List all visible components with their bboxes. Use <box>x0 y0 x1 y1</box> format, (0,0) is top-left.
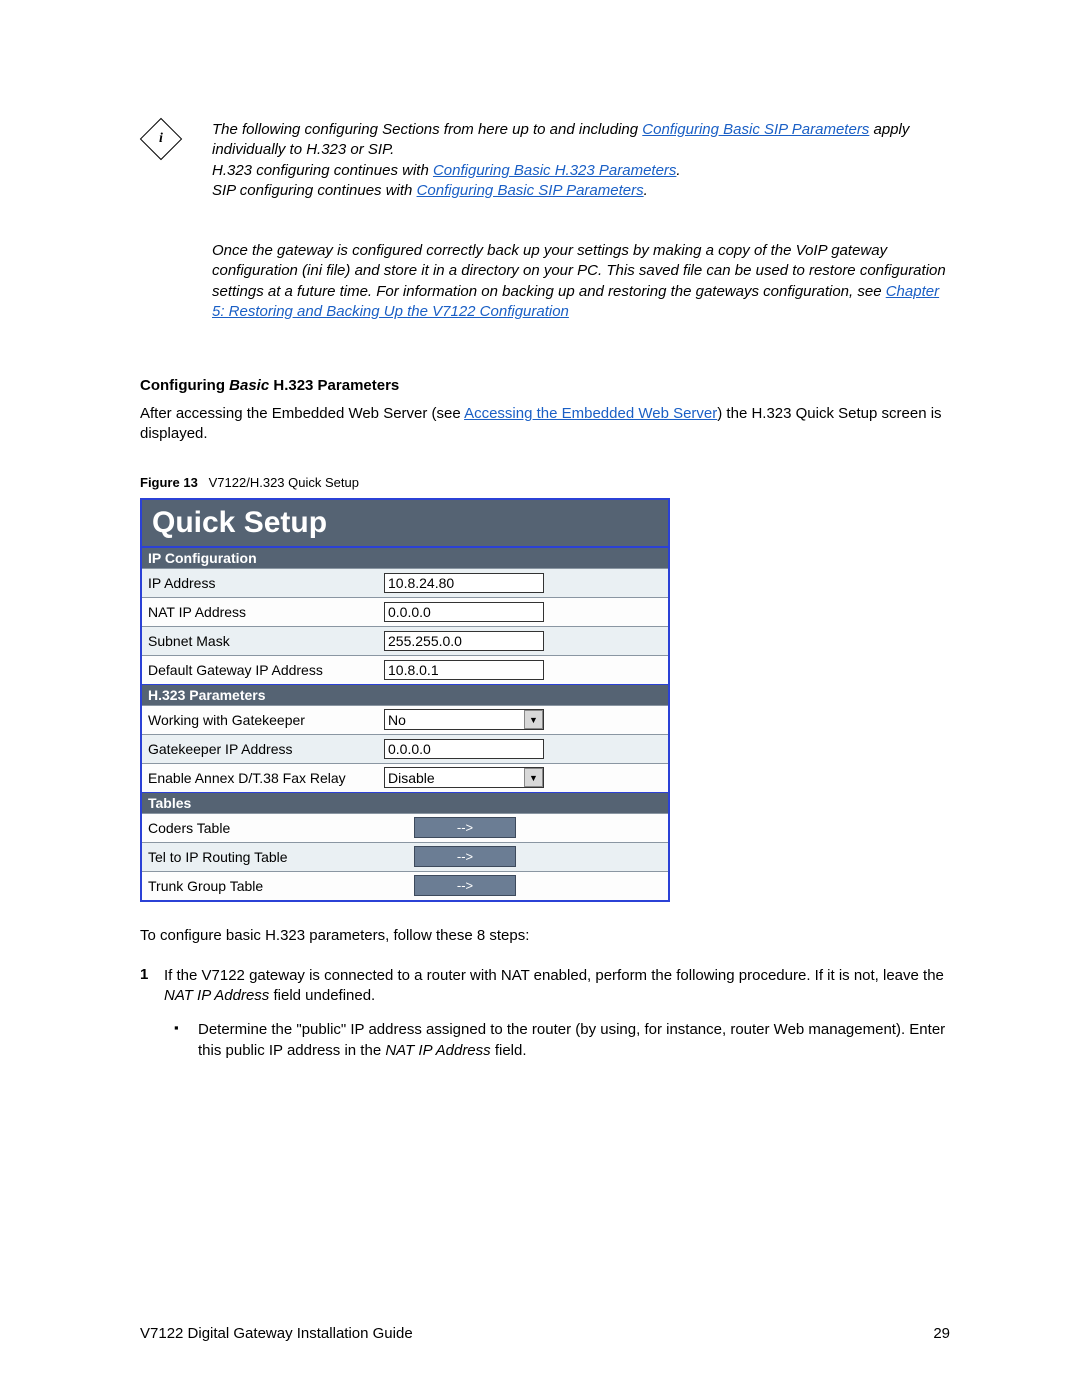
steps-list: 1 If the V7122 gateway is connected to a… <box>140 966 950 1061</box>
figure-label: Figure 13 <box>140 475 198 490</box>
bullet-b: field. <box>491 1042 527 1059</box>
heading-italic: Basic <box>229 377 269 394</box>
label-trunk-group: Trunk Group Table <box>142 878 378 894</box>
footer-title: V7122 Digital Gateway Installation Guide <box>140 1325 413 1342</box>
input-subnet[interactable] <box>384 631 544 651</box>
step1-field: NAT IP Address <box>164 987 269 1004</box>
button-coders-table[interactable]: --> <box>414 817 516 838</box>
label-annex: Enable Annex D/T.38 Fax Relay <box>142 770 378 786</box>
bullet-field: NAT IP Address <box>385 1042 490 1059</box>
after-figure-text: To configure basic H.323 parameters, fol… <box>140 926 950 946</box>
section-h323-params: H.323 Parameters <box>142 684 668 705</box>
quick-setup-title: Quick Setup <box>142 500 668 547</box>
intro-text: After accessing the Embedded Web Server … <box>140 404 950 445</box>
label-gateway: Default Gateway IP Address <box>142 662 378 678</box>
input-gateway[interactable] <box>384 660 544 680</box>
note-text-3b: . <box>644 182 648 199</box>
step-number: 1 <box>140 966 164 1007</box>
chevron-down-icon: ▼ <box>524 768 543 787</box>
link-accessing-web[interactable]: Accessing the Embedded Web Server <box>464 405 717 422</box>
section-tables: Tables <box>142 792 668 813</box>
link-config-basic-h323[interactable]: Configuring Basic H.323 Parameters <box>433 162 676 179</box>
note-text-2b: . <box>676 162 680 179</box>
heading-suffix: H.323 Parameters <box>269 377 399 394</box>
label-tel-to-ip: Tel to IP Routing Table <box>142 849 378 865</box>
label-gatekeeper: Working with Gatekeeper <box>142 712 378 728</box>
note-block: i The following configuring Sections fro… <box>140 120 950 322</box>
page-footer: V7122 Digital Gateway Installation Guide… <box>140 1325 950 1342</box>
info-icon: i <box>140 118 182 160</box>
note-text-1a: The following configuring Sections from … <box>212 121 642 138</box>
note-text: The following configuring Sections from … <box>192 120 950 322</box>
note-text-3a: SIP configuring continues with <box>212 182 417 199</box>
heading-prefix: Configuring <box>140 377 229 394</box>
select-gatekeeper-value: No <box>388 712 406 728</box>
label-subnet: Subnet Mask <box>142 633 378 649</box>
label-ip-address: IP Address <box>142 575 378 591</box>
button-trunk-group[interactable]: --> <box>414 875 516 896</box>
note-text-2a: H.323 configuring continues with <box>212 162 433 179</box>
label-coders-table: Coders Table <box>142 820 378 836</box>
link-config-basic-sip[interactable]: Configuring Basic SIP Parameters <box>642 121 869 138</box>
input-gk-ip[interactable] <box>384 739 544 759</box>
figure-caption: Figure 13 V7122/H.323 Quick Setup <box>140 475 950 490</box>
page-number: 29 <box>933 1325 950 1342</box>
button-tel-to-ip[interactable]: --> <box>414 846 516 867</box>
step-body: If the V7122 gateway is connected to a r… <box>164 966 950 1007</box>
section-heading: Configuring Basic H.323 Parameters <box>140 377 950 394</box>
input-nat-ip[interactable] <box>384 602 544 622</box>
step1-b: field undefined. <box>269 987 375 1004</box>
bullet-icon: ▪ <box>174 1020 198 1061</box>
label-nat-ip: NAT IP Address <box>142 604 378 620</box>
select-annex-value: Disable <box>388 770 435 786</box>
input-ip-address[interactable] <box>384 573 544 593</box>
select-gatekeeper[interactable]: No ▼ <box>384 709 544 730</box>
step1-a: If the V7122 gateway is connected to a r… <box>164 967 944 984</box>
section-ip-config: IP Configuration <box>142 547 668 568</box>
document-page: i The following configuring Sections fro… <box>0 0 1080 1397</box>
bullet-item: ▪ Determine the "public" IP address assi… <box>174 1020 950 1061</box>
intro-a: After accessing the Embedded Web Server … <box>140 405 464 422</box>
figure-desc: V7122/H.323 Quick Setup <box>209 475 359 490</box>
link-config-basic-sip-params[interactable]: Configuring Basic SIP Parameters <box>417 182 644 199</box>
chevron-down-icon: ▼ <box>524 710 543 729</box>
note-para2: Once the gateway is configured correctly… <box>212 242 946 300</box>
bullet-a: Determine the "public" IP address assign… <box>198 1021 945 1058</box>
quick-setup-panel: Quick Setup IP Configuration IP Address … <box>140 498 670 902</box>
select-annex[interactable]: Disable ▼ <box>384 767 544 788</box>
label-gk-ip: Gatekeeper IP Address <box>142 741 378 757</box>
